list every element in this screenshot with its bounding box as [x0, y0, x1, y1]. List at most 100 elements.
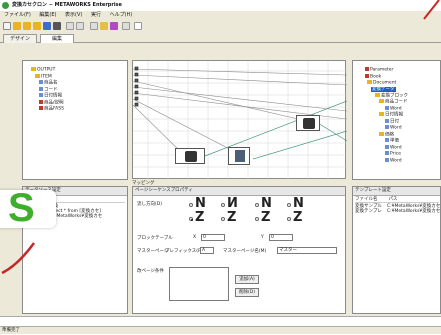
- tree-item[interactable]: Word: [353, 157, 440, 165]
- grid-icon[interactable]: [122, 22, 130, 30]
- block-table-label: ブロックテーブル: [137, 236, 173, 241]
- calculator-icon: [235, 150, 245, 162]
- tree-item-selected: 変換データ: [371, 86, 396, 92]
- prefix-label: プレフィックス(P): [165, 249, 203, 254]
- direction-radio[interactable]: [255, 203, 259, 207]
- page-break-label: 改ページ条件: [137, 269, 164, 274]
- folder-icon: [35, 73, 40, 78]
- folder-icon: [375, 92, 380, 97]
- z-pattern-glyph: Z: [293, 210, 303, 225]
- direction-radio[interactable]: [189, 203, 193, 207]
- cut-icon[interactable]: [90, 22, 98, 30]
- folder-icon: [379, 112, 384, 116]
- y-label: Y: [261, 235, 264, 240]
- direction-radio[interactable]: [255, 217, 259, 221]
- app-logo-icon: [2, 2, 9, 9]
- tab-design[interactable]: デザイン: [3, 34, 37, 43]
- connector-line: [204, 100, 347, 157]
- z-pattern-glyph: Z: [195, 210, 205, 225]
- logo-letter: S: [8, 186, 35, 230]
- save-icon[interactable]: [23, 22, 31, 30]
- direction-label: 流し方向(D): [137, 202, 162, 207]
- status-text: 準備完了: [2, 328, 20, 333]
- calc-node[interactable]: [228, 147, 250, 165]
- print-icon[interactable]: [53, 22, 61, 30]
- master-page-label: マスターページ: [137, 249, 169, 254]
- field-icon: [39, 86, 43, 91]
- copy-icon[interactable]: [100, 22, 108, 30]
- add-button[interactable]: 追加(A): [235, 275, 259, 284]
- n-pattern-glyph: N: [195, 196, 206, 211]
- table-row[interactable]: 変換テンプレ C:¥MetaWorks¥変換カセ: [355, 209, 440, 214]
- menu-help[interactable]: ヘルプ(H): [110, 12, 133, 18]
- field-icon: [39, 80, 43, 84]
- parameter-icon: [365, 67, 369, 71]
- col-header: ファイル名: [355, 197, 378, 202]
- field-icon: [39, 99, 43, 104]
- field-icon: [385, 138, 389, 142]
- menu-bar: ファイル(F) 編集(E) 表示(V) 実行 ヘルプ(H): [0, 11, 441, 20]
- z-pattern-glyph: Z: [227, 210, 237, 225]
- open-icon[interactable]: [13, 22, 21, 30]
- col-header: パス: [388, 197, 398, 202]
- folder-icon: [379, 99, 384, 103]
- direction-radio-selected[interactable]: [189, 217, 193, 221]
- redo-icon[interactable]: [76, 22, 84, 30]
- x-field[interactable]: 0: [201, 234, 225, 241]
- tree-item[interactable]: 商品FASS: [23, 106, 127, 113]
- prefix-field[interactable]: A: [200, 247, 214, 254]
- page-sequence-panel: ページシーケンスプロパティ 流し方向(D) N И Ν N Z Z Z Z ブロ…: [132, 186, 346, 314]
- table-header: ファイル名 パス: [355, 197, 439, 203]
- run-icon[interactable]: [134, 22, 142, 30]
- direction-radio[interactable]: [287, 203, 291, 207]
- function-node[interactable]: [175, 148, 205, 164]
- page-break-list[interactable]: [169, 267, 229, 301]
- master-page-name-field[interactable]: マスター: [277, 247, 337, 254]
- direction-radio[interactable]: [221, 203, 225, 207]
- n-pattern-glyph: Ν: [261, 196, 272, 211]
- menu-edit[interactable]: 編集(E): [39, 12, 56, 18]
- undo-icon[interactable]: [66, 22, 74, 30]
- x-label: X: [193, 235, 197, 240]
- connector-line: [133, 86, 347, 112]
- menu-run[interactable]: 実行: [91, 12, 101, 18]
- connector-line: [133, 80, 299, 120]
- output-tree: OUTPUT ITEM 商品名 コード 日付情報 商品/説明 商品FASS: [22, 60, 128, 180]
- status-bar: 準備完了: [0, 326, 441, 334]
- title-bar: 変換カセクロン − METAWORKS Enterprise: [0, 0, 441, 11]
- direction-radio[interactable]: [287, 217, 291, 221]
- document-tree: Parameter Book Document 変換データ 変換ブロック 商品コ…: [352, 60, 441, 180]
- logo-overlay: S: [0, 186, 56, 230]
- book-icon: [365, 73, 369, 78]
- field-icon: [385, 144, 389, 149]
- field-icon: [385, 151, 389, 155]
- tab-edit[interactable]: 編集: [40, 34, 74, 43]
- n-pattern-glyph: N: [293, 196, 304, 211]
- function-node[interactable]: [296, 115, 320, 131]
- message-area: [0, 316, 441, 326]
- menu-view[interactable]: 表示(V): [65, 12, 82, 18]
- export-icon[interactable]: [43, 22, 51, 30]
- format-icon: [185, 151, 197, 162]
- y-field[interactable]: 0: [269, 234, 293, 241]
- paste-icon[interactable]: [110, 22, 118, 30]
- field-icon: [385, 118, 389, 123]
- delete-button[interactable]: 削除(D): [235, 288, 259, 297]
- menu-file[interactable]: ファイル(F): [4, 12, 31, 18]
- folder-icon: [31, 67, 36, 71]
- page-sequence-tab[interactable]: ページシーケンスプロパティ: [133, 187, 345, 196]
- folder-icon: [379, 131, 384, 136]
- field-icon: [385, 125, 389, 129]
- field-icon: [385, 157, 389, 162]
- app-title: 変換カセクロン − METAWORKS Enterprise: [12, 2, 122, 8]
- connector-line: [133, 74, 347, 86]
- mapping-canvas[interactable]: [132, 60, 347, 180]
- field-icon: [39, 106, 43, 110]
- red-swoosh-icon: [1, 242, 36, 275]
- template-panel: テンプレート設定 ファイル名 パス 変換サンプル C:¥MetaWorks¥変換カ…: [352, 186, 441, 314]
- z-pattern-glyph: Z: [261, 210, 271, 225]
- save-all-icon[interactable]: [33, 22, 41, 30]
- direction-radio[interactable]: [221, 217, 225, 221]
- template-tab[interactable]: テンプレート設定: [353, 187, 440, 196]
- new-icon[interactable]: [3, 22, 11, 30]
